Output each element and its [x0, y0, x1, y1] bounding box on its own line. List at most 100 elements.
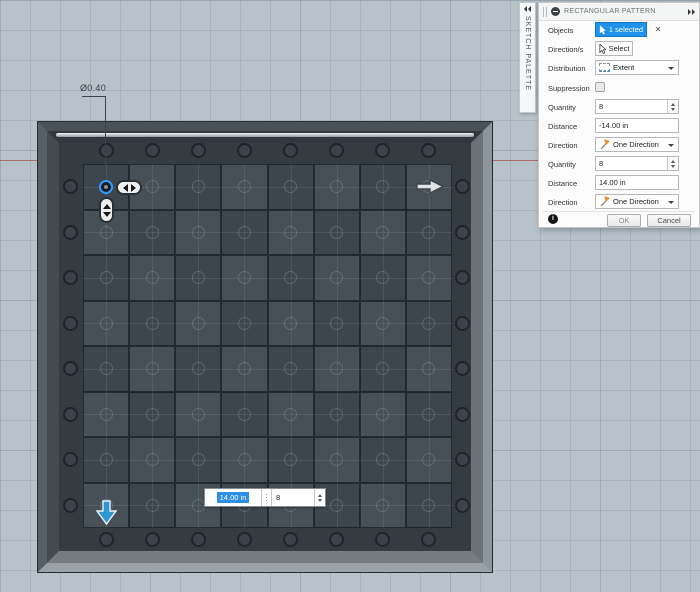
pattern-preview-instance [330, 407, 344, 421]
direction1-label: Direction [548, 141, 578, 150]
frame-hole [454, 361, 470, 377]
pattern-preview-line [336, 164, 338, 528]
distribution-dropdown[interactable]: Extent [595, 60, 679, 75]
objects-selected-button[interactable]: 1 selected [595, 22, 647, 37]
pattern-preview-instance [145, 180, 159, 194]
frame-hole [283, 142, 299, 158]
sketch-palette-tab[interactable]: SKETCH PALETTE [519, 2, 536, 113]
inline-quantity-input[interactable]: 8 [271, 489, 314, 506]
diameter-dimension-label[interactable]: Ø0.40 [80, 83, 106, 93]
frame-hole [190, 142, 206, 158]
distance2-label: Distance [548, 179, 578, 188]
pattern-grid [83, 164, 452, 528]
distance1-input[interactable]: -14.00 in [595, 118, 679, 133]
inline-distance-value: 14.00 in [216, 492, 250, 503]
dialog-detach-icon[interactable] [688, 8, 695, 15]
pattern-preview-instance [191, 271, 205, 285]
frame-hole [62, 224, 78, 240]
info-icon[interactable]: i [548, 214, 558, 224]
palette-tab-label: SKETCH PALETTE [524, 16, 531, 91]
dialog-collapse-icon[interactable] [551, 7, 560, 16]
pattern-preview-instance [330, 498, 344, 512]
pattern-preview-line [83, 414, 452, 416]
dialog-title: RECTANGULAR PATTERN [564, 8, 656, 15]
suppression-label: Suppression [548, 84, 590, 93]
pattern-preview-line [83, 277, 452, 279]
pattern-preview-instance [376, 225, 390, 239]
frame-hole [98, 142, 114, 158]
stepper-up-icon [318, 493, 322, 497]
dialog-grip-icon [543, 6, 547, 17]
cancel-button[interactable]: Cancel [647, 214, 691, 227]
quantity1-label: Quantity [548, 103, 576, 112]
pattern-preview-instance [330, 225, 344, 239]
objects-selected-count: 1 selected [608, 25, 644, 34]
frame-hole [62, 452, 78, 468]
direction2-value: One Direction [613, 197, 659, 206]
frame-hole [236, 531, 252, 547]
direction1-extent-arrow[interactable] [416, 178, 445, 199]
quantity1-stepper[interactable] [667, 100, 678, 113]
directions-select-label: Select [608, 44, 630, 53]
distance2-input[interactable]: 14.00 in [595, 175, 679, 190]
quantity2-input[interactable]: 8 [595, 156, 679, 171]
inline-drag-grip[interactable] [261, 489, 271, 506]
suppression-checkbox[interactable] [595, 82, 605, 92]
frame-hole [190, 531, 206, 547]
objects-clear-icon[interactable]: ✕ [653, 24, 663, 35]
cursor-icon [599, 43, 606, 54]
objects-label: Objects [548, 26, 574, 35]
frame-hole [329, 142, 345, 158]
row-quantity-2: Quantity 8 [539, 156, 699, 173]
drag-up-icon [102, 203, 111, 209]
dimension-leader-vertical [105, 96, 106, 183]
pattern-preview-instance [191, 225, 205, 239]
pattern-preview-instance [237, 316, 251, 330]
inline-distance-input[interactable]: 14.00 in [205, 489, 261, 506]
pattern-preview-line [244, 164, 246, 528]
pattern-preview-line [428, 164, 430, 528]
pattern-preview-line [83, 368, 452, 370]
pattern-preview-instance [191, 407, 205, 421]
cursor-icon [599, 24, 606, 34]
pattern-preview-instance [99, 362, 113, 376]
distance1-value: -14.00 in [599, 121, 629, 130]
quantity2-value: 8 [599, 159, 604, 168]
direction2-dropdown[interactable]: One Direction [595, 194, 679, 209]
pattern-preview-instance [99, 407, 113, 421]
quantity1-input[interactable]: 8 [595, 99, 679, 114]
pattern-preview-instance [191, 498, 205, 512]
row-direction-1: Direction One Direction [539, 137, 699, 154]
pattern-preview-line [290, 164, 292, 528]
dialog-header[interactable]: RECTANGULAR PATTERN [539, 3, 699, 21]
row-distance-2: Distance 14.00 in [539, 175, 699, 192]
directions-select-button[interactable]: Select [595, 41, 633, 56]
frame-hole [62, 406, 78, 422]
row-directions: Direction/s Select [539, 41, 699, 58]
row-quantity-1: Quantity 8 [539, 99, 699, 116]
quantity2-stepper[interactable] [667, 157, 678, 170]
pattern-preview-instance [99, 316, 113, 330]
rectangular-pattern-dialog: RECTANGULAR PATTERN Objects 1 selected ✕… [538, 2, 700, 228]
frame-hole [62, 497, 78, 513]
viewport-canvas[interactable]: Ø0.40 14.00 in 8 SKETCH PALETTE RECTANGU… [0, 0, 700, 592]
pattern-preview-instance [237, 225, 251, 239]
inline-quantity-stepper[interactable] [314, 489, 325, 506]
chevron-down-icon [668, 201, 674, 204]
selected-sketch-circle[interactable] [99, 180, 113, 194]
frame-hole [62, 315, 78, 331]
vertical-drag-manipulator[interactable] [99, 197, 114, 223]
direction2-extent-arrow-active[interactable] [95, 500, 118, 530]
distribution-value: Extent [613, 63, 635, 72]
frame-hole [98, 531, 114, 547]
direction1-dropdown[interactable]: One Direction [595, 137, 679, 152]
frame-hole [454, 270, 470, 286]
stepper-down-icon [318, 498, 322, 502]
frame-hole [62, 270, 78, 286]
pattern-preview-line [83, 323, 452, 325]
horizontal-drag-manipulator[interactable] [116, 180, 142, 195]
quantity2-label: Quantity [548, 160, 576, 169]
quantity1-value: 8 [599, 102, 604, 111]
ok-button[interactable]: OK [607, 214, 641, 227]
palette-expand-icon[interactable] [524, 6, 531, 12]
